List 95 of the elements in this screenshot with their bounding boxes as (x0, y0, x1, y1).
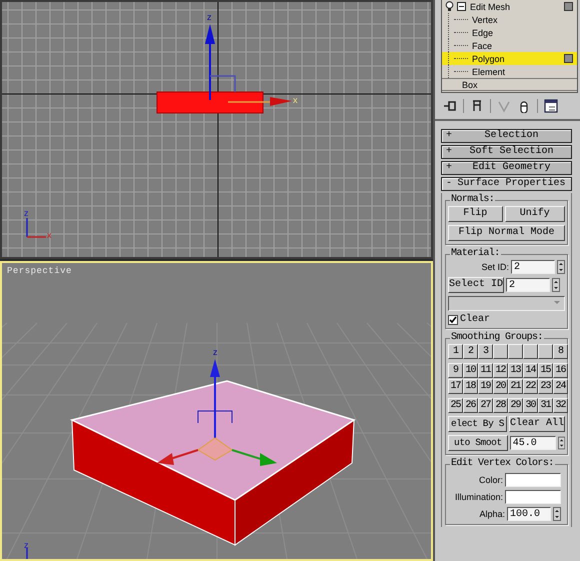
alpha-field[interactable]: 100.0 (507, 507, 551, 521)
smoothing-group-button[interactable]: 3 (478, 344, 493, 359)
smoothing-group-button[interactable]: 16 (553, 363, 568, 378)
smoothing-group-button[interactable]: 17 (448, 379, 463, 394)
field-label: Illumination: (454, 492, 503, 502)
axis-label: z (213, 347, 218, 357)
smoothing-group-button[interactable]: 32 (553, 398, 568, 413)
spinner-icon[interactable] (558, 436, 565, 450)
spinner-icon[interactable] (553, 507, 561, 521)
smoothing-group-button[interactable]: 24 (553, 379, 568, 394)
check-icon[interactable] (497, 99, 511, 113)
smoothing-group-button[interactable]: 25 (448, 398, 463, 413)
group-title: Normals: (450, 195, 496, 205)
rollout-title: Soft Selection (468, 146, 554, 158)
group-title: Smoothing Groups: (450, 333, 544, 343)
toggle-icon[interactable] (564, 2, 573, 11)
smoothing-group-button[interactable]: 31 (538, 398, 553, 413)
smoothing-group-button[interactable]: 19 (478, 379, 493, 394)
smoothing-group-button[interactable]: 1 (448, 344, 463, 359)
rollout-title: Selection (483, 130, 540, 142)
rollout-toggle-sign: + (446, 146, 454, 158)
smoothing-group-button[interactable] (493, 344, 508, 359)
axis-label: z (207, 12, 212, 22)
smoothing-group-button[interactable] (523, 344, 538, 359)
rollout-toggle-sign: + (446, 130, 454, 142)
rollout-header[interactable]: + Soft Selection (441, 145, 572, 159)
rollout-header[interactable]: + Selection (441, 129, 572, 143)
rollout-title: Surface Properties (456, 178, 567, 190)
axis-label: x (47, 230, 52, 240)
field-label: Color: (478, 475, 503, 485)
clear-all-button[interactable]: Clear All (508, 416, 565, 432)
spinner-icon[interactable] (557, 260, 565, 274)
ibeam-icon[interactable] (470, 99, 484, 113)
lightbulb-icon (445, 1, 454, 12)
smoothing-group-button[interactable]: 20 (493, 379, 508, 394)
stack-item[interactable]: Box (442, 78, 577, 91)
smoothing-group-button[interactable] (508, 344, 523, 359)
spinner-icon[interactable] (552, 278, 560, 292)
sub-object-item[interactable]: Edge (442, 26, 577, 39)
smoothing-group-button[interactable]: 22 (523, 379, 538, 394)
select-by-sg-button[interactable]: elect By S (448, 416, 507, 432)
normal-button[interactable]: Flip (448, 206, 502, 222)
axis-label: z (24, 540, 28, 550)
set-id-field[interactable]: 2 (511, 260, 555, 274)
rollout-toggle-sign: - (446, 178, 454, 190)
x-axis-arrow (228, 97, 292, 106)
smoothing-group-button[interactable]: 29 (508, 398, 523, 413)
sub-object-item[interactable]: Vertex (442, 13, 577, 26)
smoothing-group-button[interactable]: 26 (463, 398, 478, 413)
threshold-field[interactable]: 45.0 (510, 436, 556, 450)
axis-label: x (293, 95, 298, 105)
smoothing-group-button[interactable]: 12 (493, 363, 508, 378)
pin-icon[interactable] (443, 99, 457, 113)
smoothing-group-button[interactable]: 2 (463, 344, 478, 359)
smoothing-group-button[interactable] (538, 344, 553, 359)
plane-handle (210, 75, 236, 92)
auto-smooth-button[interactable]: uto Smoot (448, 435, 508, 451)
stack-item[interactable]: Edit Mesh (442, 0, 577, 13)
smoothing-group-button[interactable]: 18 (463, 379, 478, 394)
rollout-title: Edit Geometry (471, 162, 552, 174)
smoothing-group-button[interactable]: 13 (508, 363, 523, 378)
axis-label: z (24, 208, 28, 218)
smoothing-group-button[interactable]: 30 (523, 398, 538, 413)
axis-tripod-icon (26, 548, 28, 559)
checkbox-label: Clear (460, 314, 490, 325)
smoothing-group-button[interactable]: 21 (508, 379, 523, 394)
normal-button[interactable]: Unify (504, 206, 565, 222)
rollout-toggle-sign: + (446, 162, 454, 174)
configure-icon[interactable] (544, 99, 558, 113)
smoothing-group-button[interactable]: 8 (553, 344, 568, 359)
field-label: Alpha: (479, 509, 505, 519)
smoothing-group-button[interactable]: 28 (493, 398, 508, 413)
material-dropdown[interactable] (448, 296, 565, 311)
rollout-header[interactable]: + Edit Geometry (441, 161, 572, 175)
clear-checkbox[interactable] (448, 314, 458, 324)
smoothing-group-button[interactable]: 23 (538, 379, 553, 394)
sub-object-item[interactable]: Polygon (442, 52, 577, 65)
rollout-header[interactable]: - Surface Properties (441, 177, 572, 191)
axis-tripod-icon (26, 218, 46, 238)
select-id-button[interactable]: Select ID (448, 277, 504, 293)
group-title: Edit Vertex Colors: (450, 459, 555, 469)
group-title: Material: (450, 249, 501, 259)
smoothing-group-button[interactable]: 9 (448, 363, 463, 378)
smoothing-group-button[interactable]: 10 (463, 363, 478, 378)
color-swatch[interactable] (505, 490, 561, 504)
field-label: Set ID: (481, 262, 509, 272)
smoothing-group-button[interactable]: 15 (538, 363, 553, 378)
sub-object-item[interactable]: Element (442, 65, 577, 78)
flip-normal-mode-button[interactable]: Flip Normal Mode (448, 225, 565, 241)
smoothing-group-button[interactable]: 27 (478, 398, 493, 413)
color-swatch[interactable] (505, 473, 561, 487)
toggle-icon[interactable] (564, 54, 573, 63)
smoothing-group-button[interactable]: 14 (523, 363, 538, 378)
smoothing-group-button[interactable]: 11 (478, 363, 493, 378)
select-id-field[interactable]: 2 (506, 278, 550, 292)
